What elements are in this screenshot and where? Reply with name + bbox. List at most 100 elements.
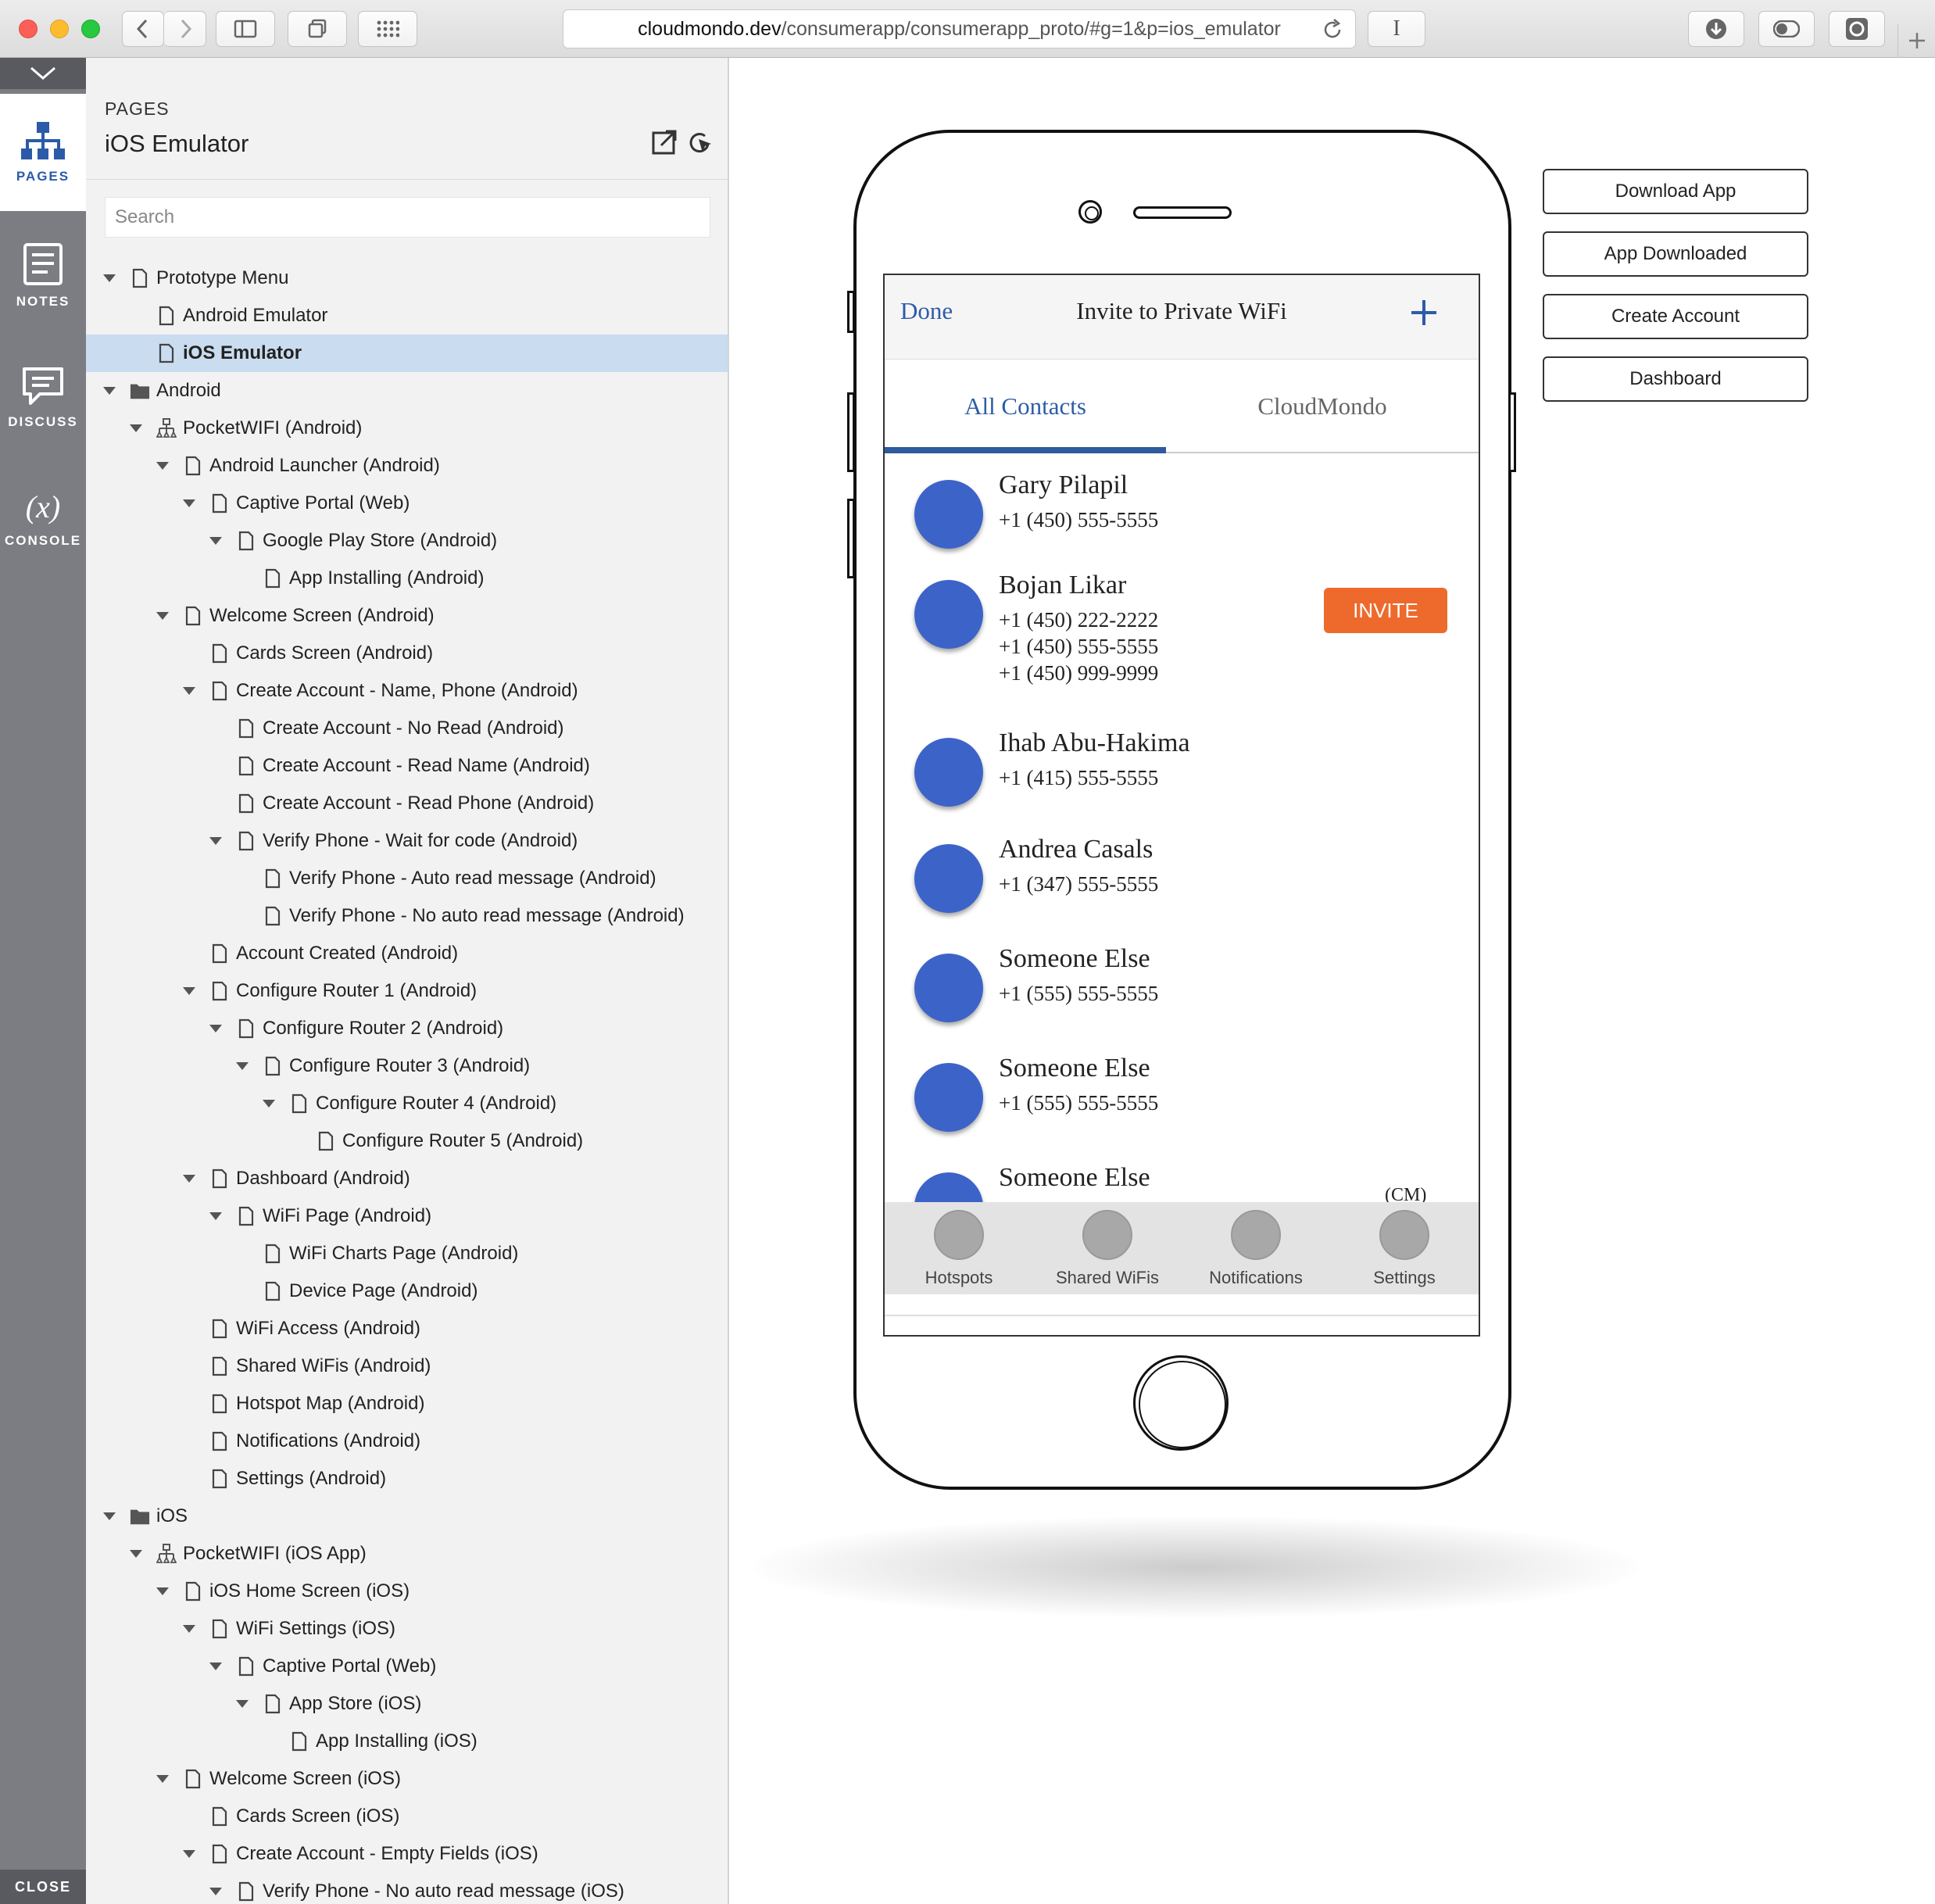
disclosure-triangle-icon[interactable] — [180, 1619, 199, 1638]
rail-pages-tab[interactable]: PAGES — [0, 94, 86, 211]
hotspot-pointer-icon[interactable] — [686, 128, 714, 156]
tree-row[interactable]: App Store (iOS) — [86, 1685, 728, 1723]
dashboard-button[interactable]: Dashboard — [1543, 356, 1808, 402]
favorites-grid-button[interactable] — [358, 11, 417, 47]
close-panel-button[interactable]: CLOSE — [0, 1870, 86, 1904]
tree-row[interactable]: Prototype Menu — [86, 259, 728, 297]
screenshot-extension-button[interactable] — [1829, 11, 1885, 47]
tab-all-contacts[interactable]: All Contacts — [885, 360, 1166, 453]
disclosure-triangle-icon[interactable] — [206, 1019, 225, 1038]
tree-row[interactable]: Captive Portal (Web) — [86, 485, 728, 522]
downloads-button[interactable] — [1688, 11, 1744, 47]
minimize-window-button[interactable] — [50, 20, 69, 38]
tree-row[interactable]: Configure Router 5 (Android) — [86, 1122, 728, 1160]
disclosure-triangle-icon[interactable] — [153, 607, 172, 625]
tabs-overview-button[interactable] — [288, 11, 347, 47]
search-input[interactable] — [105, 197, 710, 238]
tree-row[interactable]: WiFi Settings (iOS) — [86, 1610, 728, 1648]
tree-row[interactable]: Welcome Screen (Android) — [86, 597, 728, 635]
close-window-button[interactable] — [19, 20, 38, 38]
contact-name[interactable]: Someone Else — [999, 1054, 1150, 1083]
disclosure-triangle-icon[interactable] — [153, 456, 172, 475]
tab-bar-item-settings[interactable]: Settings — [1330, 1202, 1479, 1294]
tab-cloudmondo[interactable]: CloudMondo — [1166, 360, 1479, 453]
disclosure-triangle-icon[interactable] — [100, 1507, 119, 1526]
tree-row[interactable]: Notifications (Android) — [86, 1423, 728, 1460]
download-app-button[interactable]: Download App — [1543, 169, 1808, 214]
disclosure-triangle-icon[interactable] — [180, 1845, 199, 1863]
toggle-extension-button[interactable] — [1758, 11, 1815, 47]
tree-row[interactable]: Verify Phone - No auto read message (And… — [86, 897, 728, 935]
tree-row[interactable]: PocketWIFI (Android) — [86, 410, 728, 447]
tree-row[interactable]: Cards Screen (Android) — [86, 635, 728, 672]
disclosure-triangle-icon[interactable] — [180, 682, 199, 700]
disclosure-triangle-icon[interactable] — [206, 832, 225, 850]
forward-button[interactable] — [164, 11, 206, 47]
disclosure-triangle-icon[interactable] — [100, 381, 119, 400]
tree-row[interactable]: Configure Router 1 (Android) — [86, 972, 728, 1010]
tree-row[interactable]: Google Play Store (Android) — [86, 522, 728, 560]
tree-row[interactable]: Android — [86, 372, 728, 410]
tree-row[interactable]: Create Account - Read Phone (Android) — [86, 785, 728, 822]
create-account-button[interactable]: Create Account — [1543, 294, 1808, 339]
rail-notes-tab[interactable]: NOTES — [0, 217, 86, 335]
tree-row[interactable]: Settings (Android) — [86, 1460, 728, 1498]
contact-name[interactable]: Gary Pilapil — [999, 471, 1128, 500]
disclosure-triangle-icon[interactable] — [153, 1770, 172, 1788]
tree-row[interactable]: Dashboard (Android) — [86, 1160, 728, 1197]
add-icon[interactable] — [1408, 297, 1440, 328]
tree-row[interactable]: Configure Router 3 (Android) — [86, 1047, 728, 1085]
tree-row[interactable]: WiFi Charts Page (Android) — [86, 1235, 728, 1272]
tree-row[interactable]: Create Account - Empty Fields (iOS) — [86, 1835, 728, 1873]
address-bar[interactable]: cloudmondo.dev/consumerapp/consumerapp_p… — [563, 9, 1356, 48]
tree-row[interactable]: WiFi Page (Android) — [86, 1197, 728, 1235]
disclosure-triangle-icon[interactable] — [206, 1882, 225, 1901]
disclosure-triangle-icon[interactable] — [233, 1057, 252, 1075]
back-button[interactable] — [122, 11, 164, 47]
contact-name[interactable]: Andrea Casals — [999, 835, 1153, 864]
sidebar-toggle-button[interactable] — [216, 11, 275, 47]
disclosure-triangle-icon[interactable] — [100, 269, 119, 288]
tree-row[interactable]: iOS — [86, 1498, 728, 1535]
tree-row[interactable]: Android Emulator — [86, 297, 728, 335]
disclosure-triangle-icon[interactable] — [206, 531, 225, 550]
tree-row[interactable]: iOS Home Screen (iOS) — [86, 1573, 728, 1610]
invite-button[interactable]: INVITE — [1324, 588, 1447, 633]
disclosure-triangle-icon[interactable] — [180, 1169, 199, 1188]
tree-row[interactable]: Welcome Screen (iOS) — [86, 1760, 728, 1798]
disclosure-triangle-icon[interactable] — [127, 1544, 145, 1563]
contact-name[interactable]: Someone Else — [999, 1163, 1150, 1193]
tree-row[interactable]: Hotspot Map (Android) — [86, 1385, 728, 1423]
new-tab-button[interactable] — [1897, 23, 1935, 58]
tree-row[interactable]: Create Account - Name, Phone (Android) — [86, 672, 728, 710]
rail-console-tab[interactable]: (x) CONSOLE — [0, 460, 86, 577]
tree-row[interactable]: iOS Emulator — [86, 335, 728, 372]
tree-row[interactable]: Create Account - No Read (Android) — [86, 710, 728, 747]
reader-button[interactable]: I — [1368, 11, 1425, 47]
tree-row[interactable]: Android Launcher (Android) — [86, 447, 728, 485]
phone-home-button[interactable] — [1133, 1355, 1229, 1451]
contact-name[interactable]: Ihab Abu-Hakima — [999, 728, 1190, 758]
disclosure-triangle-icon[interactable] — [153, 1582, 172, 1601]
disclosure-triangle-icon[interactable] — [180, 982, 199, 1000]
tree-row[interactable]: Verify Phone - No auto read message (iOS… — [86, 1873, 728, 1904]
tree-row[interactable]: Device Page (Android) — [86, 1272, 728, 1310]
contact-name[interactable]: Someone Else — [999, 944, 1150, 974]
tree-row[interactable]: Captive Portal (Web) — [86, 1648, 728, 1685]
app-downloaded-button[interactable]: App Downloaded — [1543, 231, 1808, 277]
tree-row[interactable]: Configure Router 2 (Android) — [86, 1010, 728, 1047]
disclosure-triangle-icon[interactable] — [127, 419, 145, 438]
disclosure-triangle-icon[interactable] — [180, 494, 199, 513]
reload-icon[interactable] — [1321, 18, 1344, 41]
rail-discuss-tab[interactable]: DISCUSS — [0, 339, 86, 456]
tree-row[interactable]: Create Account - Read Name (Android) — [86, 747, 728, 785]
open-in-new-window-icon[interactable] — [650, 128, 678, 156]
tree-row[interactable]: Verify Phone - Auto read message (Androi… — [86, 860, 728, 897]
disclosure-triangle-icon[interactable] — [233, 1695, 252, 1713]
tree-row[interactable]: Configure Router 4 (Android) — [86, 1085, 728, 1122]
tab-bar-item-hotspots[interactable]: Hotspots — [885, 1202, 1033, 1294]
tree-row[interactable]: Cards Screen (iOS) — [86, 1798, 728, 1835]
tree-row[interactable]: App Installing (Android) — [86, 560, 728, 597]
tree-row[interactable]: Account Created (Android) — [86, 935, 728, 972]
tree-row[interactable]: Verify Phone - Wait for code (Android) — [86, 822, 728, 860]
